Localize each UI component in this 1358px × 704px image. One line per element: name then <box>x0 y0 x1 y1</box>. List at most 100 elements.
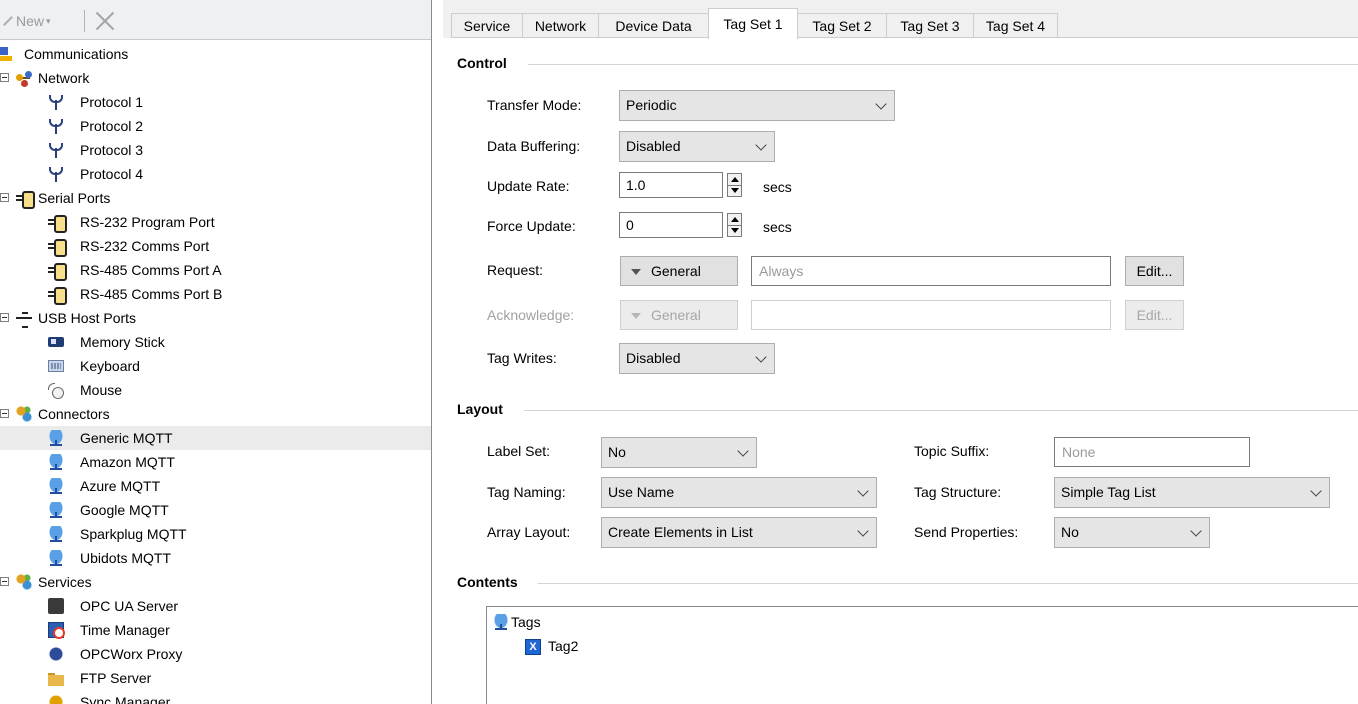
tab-tag-set-4[interactable]: Tag Set 4 <box>973 13 1058 38</box>
tree-item-memory-stick[interactable]: Memory Stick <box>0 330 431 354</box>
acknowledge-general-button[interactable]: General <box>620 300 738 330</box>
tab-tag-set-1[interactable]: Tag Set 1 <box>708 8 798 39</box>
tab-tag-set-2[interactable]: Tag Set 2 <box>797 13 887 38</box>
tree-item-label: Generic MQTT <box>80 430 173 446</box>
tree-item-label: Sync Manager <box>80 694 171 704</box>
tab-tag-set-3[interactable]: Tag Set 3 <box>886 13 974 38</box>
request-general-button[interactable]: General <box>620 256 738 286</box>
tree-item-label: RS-485 Comms Port B <box>80 286 223 302</box>
protocol-icon <box>48 142 64 158</box>
tag-structure-value: Simple Tag List <box>1061 484 1156 500</box>
tree-item-amazon-mqtt[interactable]: Amazon MQTT <box>0 450 431 474</box>
transfer-mode-dropdown[interactable]: Periodic <box>619 90 895 121</box>
tree-item-keyboard[interactable]: Keyboard <box>0 354 431 378</box>
tree-item-label: RS-485 Comms Port A <box>80 262 222 278</box>
tree-item-label: Protocol 2 <box>80 118 144 134</box>
tree-item-usb-host-ports[interactable]: USB Host Ports <box>0 306 431 330</box>
tree-item-protocol-1[interactable]: Protocol 1 <box>0 90 431 114</box>
tab-strip: Service Network Device Data Tag Set 1 Ta… <box>443 0 1358 39</box>
label-set-dropdown[interactable]: No <box>601 437 757 468</box>
request-edit-button[interactable]: Edit... <box>1125 256 1184 286</box>
topic-suffix-field[interactable]: None <box>1054 437 1250 467</box>
tree-item-protocol-3[interactable]: Protocol 3 <box>0 138 431 162</box>
chevron-down-icon <box>875 98 887 110</box>
tree-item-azure-mqtt[interactable]: Azure MQTT <box>0 474 431 498</box>
chevron-down-icon <box>857 485 869 497</box>
mouse-icon <box>48 382 64 398</box>
chevron-down-icon <box>1310 485 1322 497</box>
tree-item-services[interactable]: Services <box>0 570 431 594</box>
section-title-layout: Layout <box>457 401 513 417</box>
force-update-spinner[interactable] <box>727 213 742 237</box>
tree-item-rs232-program-port[interactable]: RS-232 Program Port <box>0 210 431 234</box>
mqtt-cloud-icon <box>48 526 64 542</box>
tag-writes-dropdown[interactable]: Disabled <box>619 343 775 374</box>
tree-item-generic-mqtt[interactable]: Generic MQTT <box>0 426 431 450</box>
tag-naming-dropdown[interactable]: Use Name <box>601 477 877 508</box>
tree-item-ubidots-mqtt[interactable]: Ubidots MQTT <box>0 546 431 570</box>
tree-item-opc-ua-server[interactable]: OPC UA Server <box>0 594 431 618</box>
transfer-mode-label: Transfer Mode: <box>487 97 582 113</box>
collapse-toggle-icon[interactable] <box>0 73 9 82</box>
update-rate-spinner[interactable] <box>727 173 742 197</box>
tree-item-rs485-comms-port-a[interactable]: RS-485 Comms Port A <box>0 258 431 282</box>
tree-item-protocol-2[interactable]: Protocol 2 <box>0 114 431 138</box>
tab-service[interactable]: Service <box>451 13 523 38</box>
contents-item-label: Tag2 <box>548 638 579 654</box>
contents-item-tags[interactable]: Tags <box>487 611 1357 633</box>
tree-item-label: Services <box>38 574 92 590</box>
request-label: Request: <box>487 262 544 278</box>
request-expression-field[interactable]: Always <box>751 256 1111 286</box>
update-rate-label: Update Rate: <box>487 178 570 194</box>
label-set-value: No <box>608 444 626 460</box>
delete-button[interactable] <box>94 10 116 32</box>
contents-item-label: Tags <box>511 614 541 630</box>
tree-item-label: RS-232 Program Port <box>80 214 215 230</box>
tree-item-serial-ports[interactable]: Serial Ports <box>0 186 431 210</box>
chevron-down-icon <box>755 351 767 363</box>
tree-item-google-mqtt[interactable]: Google MQTT <box>0 498 431 522</box>
tag-structure-dropdown[interactable]: Simple Tag List <box>1054 477 1330 508</box>
tree-item-communications[interactable]: Communications <box>0 42 431 66</box>
tree-item-ftp-server[interactable]: FTP Server <box>0 666 431 690</box>
tree-item-label: Communications <box>24 46 129 62</box>
collapse-toggle-icon[interactable] <box>0 409 9 418</box>
tree-item-time-manager[interactable]: Time Manager <box>0 618 431 642</box>
tree-item-label: Mouse <box>80 382 123 398</box>
contents-item-tag2[interactable]: X Tag2 <box>487 635 1357 657</box>
serial-port-icon <box>16 190 35 209</box>
update-rate-unit: secs <box>763 179 792 195</box>
collapse-toggle-icon[interactable] <box>0 577 9 586</box>
contents-tree[interactable]: Tags X Tag2 <box>486 606 1358 704</box>
tree-item-rs485-comms-port-b[interactable]: RS-485 Comms Port B <box>0 282 431 306</box>
tree-item-mouse[interactable]: Mouse <box>0 378 431 402</box>
mqtt-cloud-icon <box>48 430 64 446</box>
tree-item-connectors[interactable]: Connectors <box>0 402 431 426</box>
acknowledge-label: Acknowledge: <box>487 307 575 323</box>
tree-item-sync-manager[interactable]: Sync Manager <box>0 690 431 704</box>
tab-network[interactable]: Network <box>522 13 599 38</box>
acknowledge-edit-button[interactable]: Edit... <box>1125 300 1184 330</box>
tree-item-rs232-comms-port[interactable]: RS-232 Comms Port <box>0 234 431 258</box>
serial-port-icon <box>48 286 67 305</box>
dropdown-caret-icon: ▾ <box>46 15 51 26</box>
new-button[interactable]: New ▾ <box>0 11 51 31</box>
usb-icon <box>16 310 32 328</box>
tree-item-opcworx-proxy[interactable]: OPCWorx Proxy <box>0 642 431 666</box>
tree-item-network[interactable]: Network <box>0 66 431 90</box>
collapse-toggle-icon[interactable] <box>0 193 9 202</box>
tree-item-protocol-4[interactable]: Protocol 4 <box>0 162 431 186</box>
data-buffering-dropdown[interactable]: Disabled <box>619 131 775 162</box>
tag-type-icon: X <box>525 639 541 655</box>
tree-item-sparkplug-mqtt[interactable]: Sparkplug MQTT <box>0 522 431 546</box>
collapse-toggle-icon[interactable] <box>0 313 9 322</box>
update-rate-input[interactable]: 1.0 <box>619 172 723 198</box>
acknowledge-expression-field[interactable] <box>751 300 1111 330</box>
force-update-input[interactable]: 0 <box>619 212 723 238</box>
send-properties-dropdown[interactable]: No <box>1054 517 1210 548</box>
tag-naming-value: Use Name <box>608 484 675 500</box>
data-buffering-value: Disabled <box>626 138 681 154</box>
tab-device-data[interactable]: Device Data <box>598 13 709 38</box>
array-layout-dropdown[interactable]: Create Elements in List <box>601 517 877 548</box>
tree-item-label: Time Manager <box>80 622 170 638</box>
